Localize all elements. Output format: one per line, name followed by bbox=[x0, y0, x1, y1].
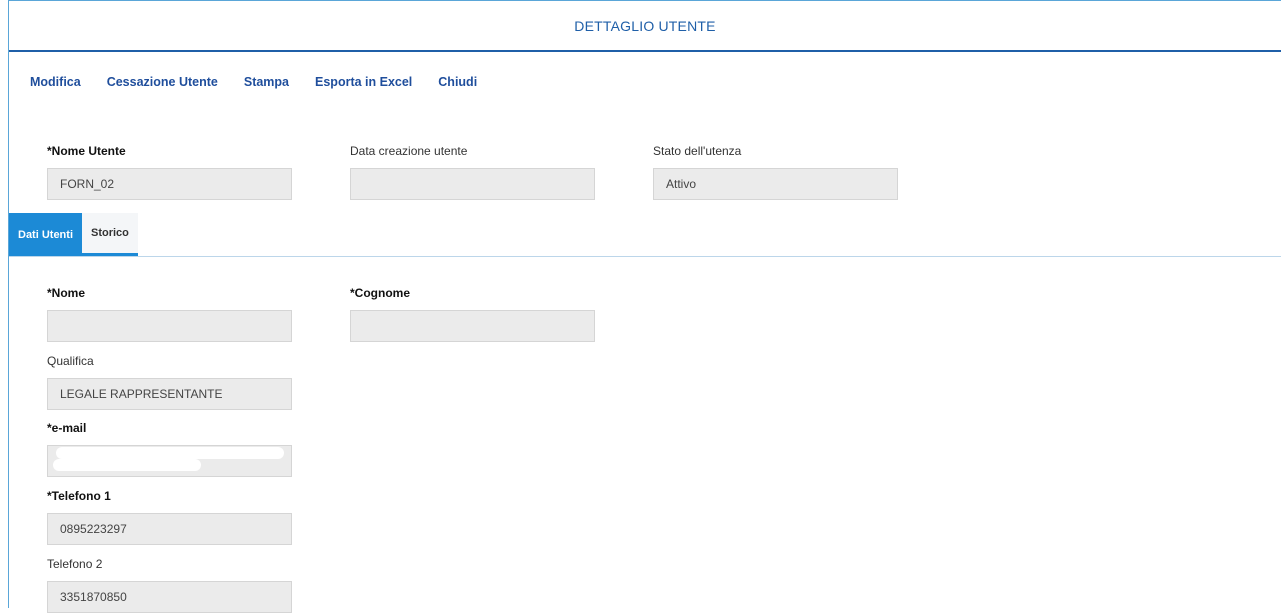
tab-storico[interactable]: Storico bbox=[82, 213, 138, 256]
nome-input[interactable] bbox=[47, 310, 292, 342]
telefono2-label: Telefono 2 bbox=[47, 557, 103, 571]
tab-bar: Dati Utenti Storico bbox=[9, 213, 138, 256]
cessazione-utente-link[interactable]: Cessazione Utente bbox=[107, 75, 218, 89]
data-creazione-field: Data creazione utente bbox=[350, 144, 595, 200]
chiudi-link[interactable]: Chiudi bbox=[438, 75, 477, 89]
email-label: *e-mail bbox=[47, 421, 87, 435]
redaction-mark bbox=[53, 459, 201, 471]
nome-utente-field: *Nome Utente FORN_02 bbox=[47, 144, 292, 200]
nome-label: *Nome bbox=[47, 286, 86, 300]
cognome-label: *Cognome bbox=[350, 286, 410, 300]
cognome-field: *Cognome bbox=[350, 286, 595, 342]
stato-utenza-label: Stato dell'utenza bbox=[653, 144, 742, 158]
qualifica-input[interactable]: LEGALE RAPPRESENTANTE bbox=[47, 378, 292, 410]
tab-dati-utenti[interactable]: Dati Utenti bbox=[9, 213, 82, 256]
nome-utente-label: *Nome Utente bbox=[47, 144, 126, 158]
data-creazione-label: Data creazione utente bbox=[350, 144, 468, 158]
telefono1-label: *Telefono 1 bbox=[47, 489, 111, 503]
telefono2-input[interactable]: 3351870850 bbox=[47, 581, 292, 613]
qualifica-field: Qualifica LEGALE RAPPRESENTANTE bbox=[47, 354, 292, 410]
telefono1-input[interactable]: 0895223297 bbox=[47, 513, 292, 545]
header-divider bbox=[9, 50, 1281, 52]
telefono1-field: *Telefono 1 0895223297 bbox=[47, 489, 292, 545]
tab-divider bbox=[9, 256, 1281, 257]
stato-utenza-input[interactable]: Attivo bbox=[653, 168, 898, 200]
data-creazione-input[interactable] bbox=[350, 168, 595, 200]
nome-field: *Nome bbox=[47, 286, 292, 342]
modifica-link[interactable]: Modifica bbox=[30, 75, 81, 89]
redaction-mark bbox=[56, 447, 284, 459]
stampa-link[interactable]: Stampa bbox=[244, 75, 289, 89]
esporta-excel-link[interactable]: Esporta in Excel bbox=[315, 75, 412, 89]
stato-utenza-field: Stato dell'utenza Attivo bbox=[653, 144, 898, 200]
telefono2-field: Telefono 2 3351870850 bbox=[47, 557, 292, 613]
qualifica-label: Qualifica bbox=[47, 354, 94, 368]
nome-utente-input[interactable]: FORN_02 bbox=[47, 168, 292, 200]
frame-left-border bbox=[8, 0, 9, 608]
cognome-input[interactable] bbox=[350, 310, 595, 342]
action-toolbar: Modifica Cessazione Utente Stampa Esport… bbox=[30, 75, 503, 89]
page-title: DETTAGLIO UTENTE bbox=[574, 17, 716, 34]
